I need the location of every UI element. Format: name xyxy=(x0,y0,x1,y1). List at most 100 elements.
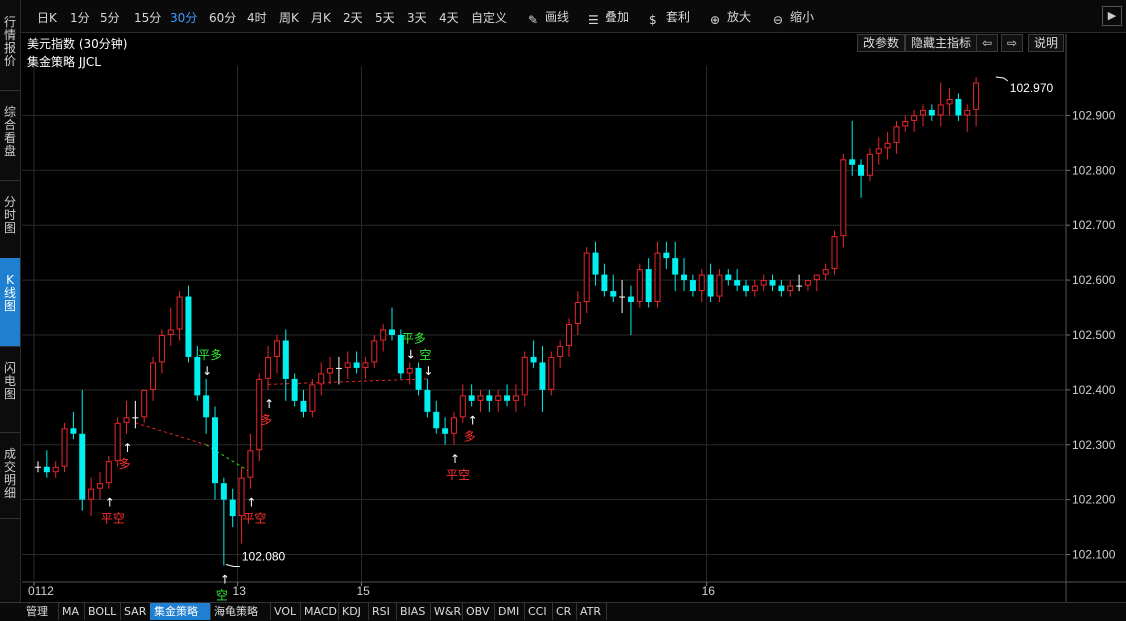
signal-label: 多 xyxy=(464,429,476,443)
candle-body xyxy=(371,340,378,363)
tool-button[interactable]: ⊕ 放大 xyxy=(710,8,751,27)
candle-body xyxy=(512,395,519,401)
candle-body xyxy=(35,466,41,468)
candle-body xyxy=(477,395,484,401)
candle-body xyxy=(141,389,148,418)
help-button[interactable]: 说明 xyxy=(1028,34,1065,52)
candle-body xyxy=(185,296,192,357)
candle-body xyxy=(220,483,227,500)
y-tick-label: 102.900 xyxy=(1072,108,1116,122)
indicator-tab[interactable]: RSI xyxy=(368,603,397,620)
signal-label: 多 xyxy=(260,413,272,427)
tool-button[interactable]: $ 套利 xyxy=(649,8,690,27)
candle-body xyxy=(203,395,210,418)
candle-body xyxy=(698,274,705,292)
indicator-tab[interactable]: BIAS xyxy=(396,603,431,620)
indicator-tab[interactable]: 集金策略 xyxy=(150,603,211,620)
tool-button[interactable]: ☰ 叠加 xyxy=(588,8,629,27)
candle-body xyxy=(937,104,944,116)
indicator-tab[interactable]: MA xyxy=(58,603,85,620)
indicator-tab[interactable]: W&R xyxy=(430,603,463,620)
y-tick-label: 102.600 xyxy=(1072,273,1116,287)
chevron-right-icon[interactable]: ▶ xyxy=(1102,6,1122,26)
candle-body xyxy=(114,422,121,462)
signal-label: 平空 xyxy=(446,468,470,482)
candle-body xyxy=(858,164,865,176)
indicator-tab[interactable]: KDJ xyxy=(338,603,369,620)
indicator-tab[interactable]: MACD xyxy=(300,603,339,620)
tool-button[interactable]: ✎ 画线 xyxy=(528,8,569,27)
y-tick-label: 102.100 xyxy=(1072,548,1116,562)
timeframe-tab[interactable]: 3天 xyxy=(407,9,427,26)
candle-body xyxy=(592,252,599,275)
candle-body xyxy=(530,356,537,363)
candle-body xyxy=(946,98,953,105)
hide-indicator-button[interactable]: 隐藏主指标 xyxy=(905,34,978,52)
timeframe-tab[interactable]: 月K xyxy=(311,9,331,26)
timeframe-tab[interactable]: 自定义 xyxy=(471,9,507,26)
indicator-tab-bar: 管理 MA BOLL SAR 集金策略 海龟策略 VOL MACD KDJ RSI BIAS W&R O… xyxy=(0,602,1126,621)
sidebar-item-1[interactable]: 综合看盘 xyxy=(0,90,20,181)
timeframe-tab[interactable]: 5分 xyxy=(100,9,120,26)
timeframe-tab[interactable]: 4时 xyxy=(247,9,267,26)
x-tick-label: 15 xyxy=(356,584,370,598)
kline-chart[interactable]: 102.900 102.800 102.700 102.600 102.500 102.4… xyxy=(0,0,1126,602)
indicator-tab[interactable]: BOLL xyxy=(84,603,121,620)
candle-body xyxy=(415,367,422,390)
arrow-right-icon[interactable]: ⇨ xyxy=(1001,34,1024,52)
indicator-tab[interactable]: VOL xyxy=(270,603,301,620)
signal-arrow-up: ↑ xyxy=(450,452,460,466)
candle-body xyxy=(813,274,820,281)
candle-body xyxy=(574,302,581,324)
sidebar-item-3[interactable]: K线图 xyxy=(0,258,20,347)
sidebar-item-5[interactable]: 成交明细 xyxy=(0,432,20,519)
indicator-tab[interactable]: CR xyxy=(552,603,577,620)
candle-body xyxy=(176,296,183,330)
timeframe-tab[interactable]: 30分 xyxy=(170,9,197,26)
indicator-tab[interactable]: OBV xyxy=(462,603,495,620)
candle-body xyxy=(442,428,449,434)
candle-body xyxy=(327,367,334,374)
candle-body xyxy=(468,395,475,401)
timeframe-tab[interactable]: 4天 xyxy=(439,9,459,26)
timeframe-tab[interactable]: 15分 xyxy=(134,9,161,26)
candle-body xyxy=(601,274,608,292)
edit-params-button[interactable]: 改参数 xyxy=(857,34,906,52)
candle-body xyxy=(734,280,741,286)
timeframe-tab[interactable]: 日K xyxy=(37,9,57,26)
signal-label: 空 xyxy=(419,348,431,362)
candle-body xyxy=(123,417,130,423)
candle-body xyxy=(70,428,77,434)
candle-body xyxy=(716,274,723,297)
candle-body xyxy=(282,340,289,379)
candle-body xyxy=(158,334,165,363)
sidebar-item-4[interactable]: 闪电图 xyxy=(0,346,20,433)
indicator-tab[interactable]: 海龟策略 xyxy=(210,603,271,620)
candle-body xyxy=(486,395,493,401)
candle-body xyxy=(627,296,634,303)
candle-body xyxy=(911,115,918,121)
indicator-tab[interactable]: 管理 xyxy=(22,603,59,620)
candle-body xyxy=(866,153,873,176)
sidebar-item-label: 成交明细 xyxy=(4,447,17,500)
candle-body xyxy=(238,477,245,517)
sidebar-item-0[interactable]: 行情报价 xyxy=(0,0,20,91)
timeframe-tab[interactable]: 1分 xyxy=(70,9,90,26)
sidebar-item-2[interactable]: 分时图 xyxy=(0,180,20,259)
x-tick-label: 0112 xyxy=(28,584,54,598)
candle-body xyxy=(353,362,360,368)
timeframe-tab[interactable]: 周K xyxy=(279,9,299,26)
candle-body xyxy=(707,274,714,297)
arrow-left-icon[interactable]: ⇦ xyxy=(976,34,999,52)
timeframe-tab[interactable]: 2天 xyxy=(343,9,363,26)
timeframe-tab[interactable]: 60分 xyxy=(209,9,236,26)
high-price-label: 102.970 xyxy=(1010,81,1054,95)
indicator-tab[interactable]: CCI xyxy=(524,603,553,620)
tool-button[interactable]: ⊖ 缩小 xyxy=(773,8,814,27)
indicator-tab[interactable]: SAR xyxy=(120,603,151,620)
signal-arrow-up: ↑ xyxy=(264,397,274,411)
candle-body xyxy=(849,159,856,165)
indicator-tab[interactable]: DMI xyxy=(494,603,525,620)
timeframe-tab[interactable]: 5天 xyxy=(375,9,395,26)
indicator-tab[interactable]: ATR xyxy=(576,603,607,620)
